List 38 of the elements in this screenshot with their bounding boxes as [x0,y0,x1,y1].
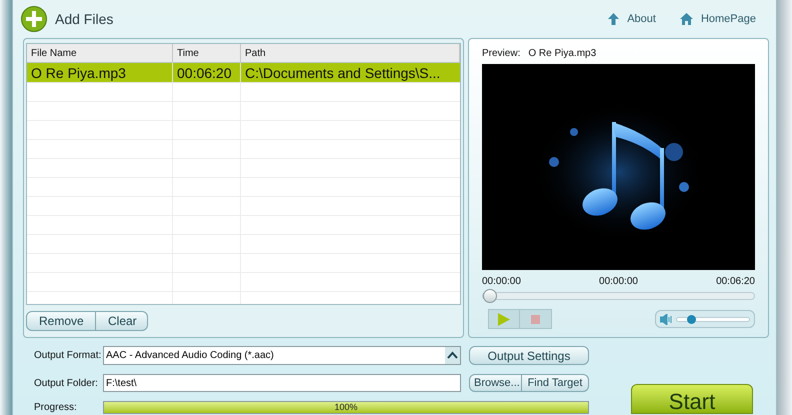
progress-reading: 100% [333,402,359,413]
stop-button[interactable] [520,309,552,329]
home-icon [680,13,693,25]
header-link[interactable]: About [608,10,656,28]
list-button[interactable]: Clear [96,311,148,331]
up-arrow-icon [608,13,620,25]
file-row[interactable]: O Re Piya.mp3 00:06:20 C:\Documents and Settings\S... [27,63,460,83]
time-label: 00:06:20 [716,275,755,288]
volume-thumb[interactable] [687,314,696,324]
table-cell: 00:06:20 [173,63,241,82]
output-format-dropdown[interactable]: AAC - Advanced Audio Coding (*.aac) [103,346,461,365]
play-button[interactable] [488,309,520,329]
plus-icon [21,6,47,32]
start-button[interactable]: Start [631,384,753,414]
time-label: 00:00:00 [599,275,638,288]
play-icon [498,312,510,326]
seek-thumb[interactable] [483,289,497,303]
column-header[interactable]: File Name [27,44,173,62]
list-button[interactable]: Remove [26,311,96,331]
time-label: 00:00:00 [482,275,521,288]
preview-file-name: O Re Piya.mp3 [528,47,596,61]
table-cell: O Re Piya.mp3 [27,63,173,82]
column-header[interactable]: Time [173,44,241,62]
output-settings-button[interactable]: Output Settings [469,346,589,365]
output-folder-label: Output Folder: [34,376,99,390]
preview-label: Preview: [482,47,520,61]
browse-button[interactable]: Browse... [469,374,522,392]
output-format-label: Output Format: [34,349,102,363]
chevron-up-icon [445,347,460,364]
output-folder-field[interactable]: F:\test\ [103,374,461,392]
header-link[interactable]: HomePage [680,10,756,28]
stop-icon [531,314,540,324]
progress-label: Progress: [34,401,78,415]
speaker-icon [660,314,672,324]
table-cell-text: C:\Documents and Settings\S... [244,64,442,82]
add-files-button[interactable]: Add Files [21,6,114,32]
column-header[interactable]: Path [241,44,460,62]
find-target-button[interactable]: Find Target [522,374,589,392]
